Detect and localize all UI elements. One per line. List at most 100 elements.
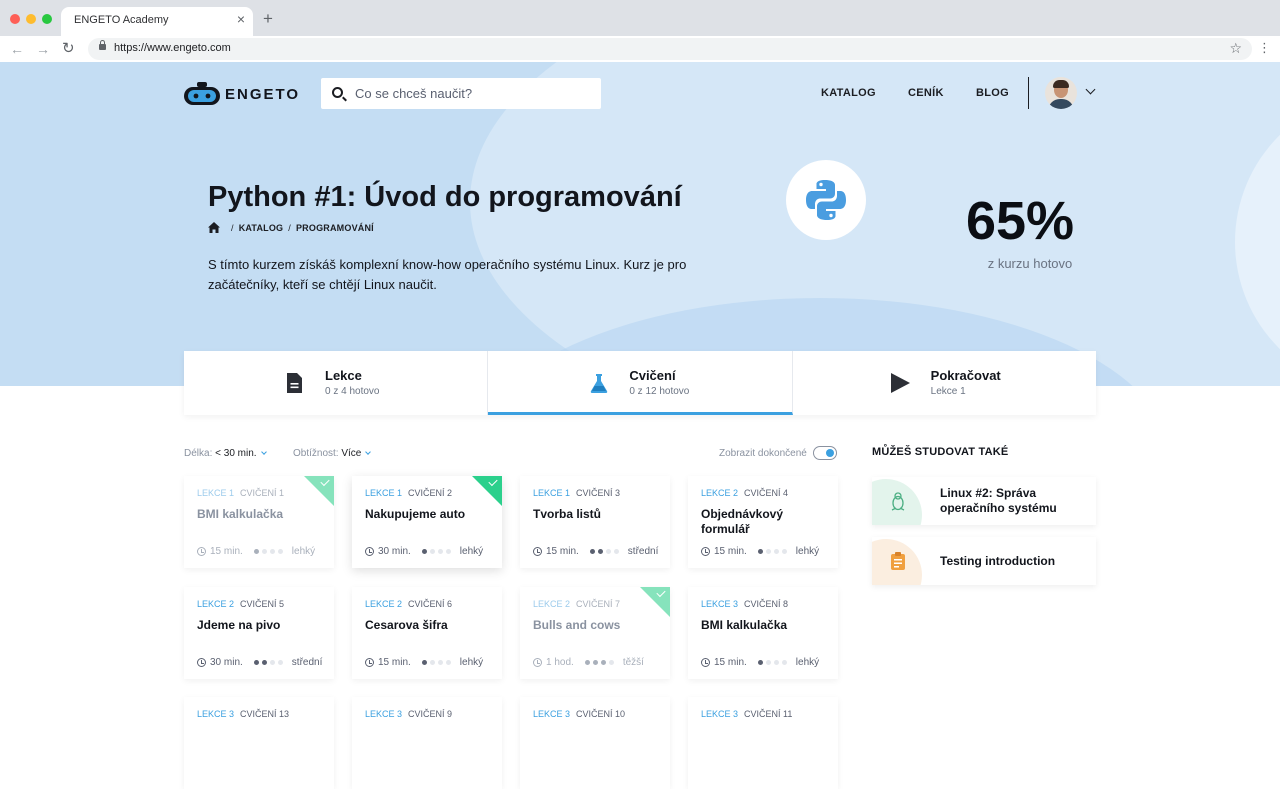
difficulty-dot <box>765 660 771 665</box>
card-footer: 30 min. lehký <box>365 546 483 557</box>
card-meta: LEKCE 2 CVIČENÍ 6 <box>365 599 452 609</box>
filter-label: Délka: <box>184 448 213 459</box>
difficulty-dots <box>253 660 286 665</box>
home-icon[interactable] <box>208 222 220 233</box>
address-bar[interactable]: https://www.engeto.com ☆ <box>88 38 1252 60</box>
exercise-card[interactable]: LEKCE 2 CVIČENÍ 7 Bulls and cows 1 hod. těžš… <box>520 587 670 679</box>
page-title: Python #1: Úvod do programování <box>208 181 682 213</box>
tab-lekce[interactable]: Lekce 0 z 4 hotovo <box>184 351 489 415</box>
difficulty-label: lehký <box>795 546 820 557</box>
difficulty-dot <box>261 549 267 554</box>
course-badge <box>786 160 866 240</box>
nav-cenik[interactable]: CENÍK <box>908 87 944 99</box>
exercise-card[interactable]: LEKCE 3 CVIČENÍ 13 <box>184 697 334 789</box>
course-description: S tímto kurzem získáš komplexní know-how… <box>208 257 687 292</box>
browser-tab-title: ENGETO Academy <box>74 14 169 26</box>
related-course-title: Testing introduction <box>940 554 1056 568</box>
difficulty-label: lehký <box>459 546 484 557</box>
nav-blog[interactable]: BLOG <box>976 87 1009 99</box>
exercise-number: CVIČENÍ 7 <box>576 599 621 609</box>
course-section-tabs: Lekce 0 z 4 hotovo Cvičení 0 z 12 hotovo… <box>184 351 1096 415</box>
search-box[interactable] <box>321 78 601 109</box>
clock-icon <box>197 547 206 556</box>
tab-pokracovat[interactable]: Pokračovat Lekce 1 <box>793 351 1096 415</box>
new-tab-button[interactable]: + <box>263 9 273 29</box>
tab-subtitle: 0 z 4 hotovo <box>325 386 380 397</box>
card-meta: LEKCE 1 CVIČENÍ 2 <box>365 488 452 498</box>
related-course-card[interactable]: Linux #2: Správa operačního systému <box>872 477 1096 525</box>
exercise-title: BMI kalkulačka <box>197 507 284 521</box>
window-maximize-button[interactable] <box>42 14 52 24</box>
browser-tab[interactable]: ENGETO Academy × <box>61 7 253 36</box>
back-arrow-icon[interactable]: ← <box>10 40 24 58</box>
exercise-number: CVIČENÍ 4 <box>744 488 789 498</box>
address-url[interactable]: https://www.engeto.com <box>114 42 231 54</box>
difficulty-dot <box>773 549 779 554</box>
breadcrumb-katalog[interactable]: KATALOG <box>239 223 284 233</box>
related-course-title: Linux #2: Správa operačního systému <box>940 486 1057 515</box>
window-minimize-button[interactable] <box>26 14 36 24</box>
exercise-duration: 15 min. <box>714 546 747 557</box>
exercise-card[interactable]: LEKCE 1 CVIČENÍ 2 Nakupujeme auto 30 min. le… <box>352 476 502 568</box>
breadcrumb-programovani[interactable]: PROGRAMOVÁNÍ <box>296 223 374 233</box>
forward-arrow-icon[interactable]: → <box>36 40 50 58</box>
difficulty-dot <box>584 660 590 665</box>
related-course-card[interactable]: Testing introduction <box>872 537 1096 585</box>
difficulty-filter[interactable]: Obtížnost: Více <box>293 448 372 459</box>
card-meta: LEKCE 3 CVIČENÍ 10 <box>533 709 625 719</box>
difficulty-dot <box>437 549 443 554</box>
lesson-label: LEKCE 3 <box>197 709 235 719</box>
exercise-title: Jdeme na pivo <box>197 618 281 632</box>
reload-icon[interactable]: ↻ <box>62 40 75 58</box>
linux-penguin-icon <box>891 492 905 511</box>
exercise-number: CVIČENÍ 6 <box>408 599 453 609</box>
nav-divider <box>1028 77 1029 109</box>
difficulty-dot <box>445 549 451 554</box>
clock-icon <box>197 658 206 667</box>
card-footer: 15 min. střední <box>533 546 658 557</box>
exercise-card[interactable]: LEKCE 2 CVIČENÍ 5 Jdeme na pivo 30 min. stře… <box>184 587 334 679</box>
length-filter[interactable]: Délka: < 30 min. <box>184 448 267 459</box>
exercise-number: CVIČENÍ 2 <box>408 488 453 498</box>
show-completed-toggle[interactable] <box>813 446 837 460</box>
clock-icon <box>365 547 374 556</box>
difficulty-dot <box>600 660 606 665</box>
browser-menu-icon[interactable]: ⋮ <box>1258 40 1271 56</box>
lesson-label: LEKCE 3 <box>701 599 739 609</box>
exercise-card[interactable]: LEKCE 3 CVIČENÍ 10 <box>520 697 670 789</box>
nav-katalog[interactable]: KATALOG <box>821 87 876 99</box>
engeto-logo[interactable]: ENGETO <box>183 80 298 110</box>
card-meta: LEKCE 2 CVIČENÍ 5 <box>197 599 284 609</box>
flask-icon <box>591 374 608 393</box>
difficulty-dot <box>437 660 443 665</box>
filter-value: Více <box>341 448 362 459</box>
search-icon <box>332 87 343 98</box>
card-meta: LEKCE 2 CVIČENÍ 7 <box>533 599 620 609</box>
window-close-button[interactable] <box>10 14 20 24</box>
exercise-number: CVIČENÍ 1 <box>240 488 285 498</box>
card-meta: LEKCE 3 CVIČENÍ 13 <box>197 709 289 719</box>
exercise-card[interactable]: LEKCE 2 CVIČENÍ 6 Cesarova šifra 15 min. leh… <box>352 587 502 679</box>
search-input[interactable] <box>355 86 585 101</box>
exercise-card[interactable]: LEKCE 1 CVIČENÍ 1 BMI kalkulačka 15 min. leh… <box>184 476 334 568</box>
lesson-label: LEKCE 2 <box>365 599 403 609</box>
breadcrumb-separator: / <box>288 222 291 233</box>
exercise-card[interactable]: LEKCE 2 CVIČENÍ 4 Objednávkový formulář 15 … <box>688 476 838 568</box>
exercise-card[interactable]: LEKCE 3 CVIČENÍ 8 BMI kalkulačka 15 min. leh… <box>688 587 838 679</box>
chevron-down-icon <box>365 449 372 455</box>
tab-close-icon[interactable]: × <box>237 12 245 26</box>
clock-icon <box>533 658 542 667</box>
card-footer: 15 min. lehký <box>701 546 819 557</box>
difficulty-dot <box>773 660 779 665</box>
tab-cviceni[interactable]: Cvičení 0 z 12 hotovo <box>488 351 793 415</box>
difficulty-dots <box>757 660 790 665</box>
difficulty-dots <box>421 660 454 665</box>
bookmark-star-icon[interactable]: ☆ <box>1229 40 1242 57</box>
exercise-card[interactable]: LEKCE 3 CVIČENÍ 9 <box>352 697 502 789</box>
clock-icon <box>701 658 710 667</box>
exercise-card[interactable]: LEKCE 1 CVIČENÍ 3 Tvorba listů 15 min. střed… <box>520 476 670 568</box>
avatar[interactable] <box>1045 77 1077 109</box>
difficulty-dot <box>445 660 451 665</box>
difficulty-dot <box>269 660 275 665</box>
exercise-card[interactable]: LEKCE 3 CVIČENÍ 11 <box>688 697 838 789</box>
